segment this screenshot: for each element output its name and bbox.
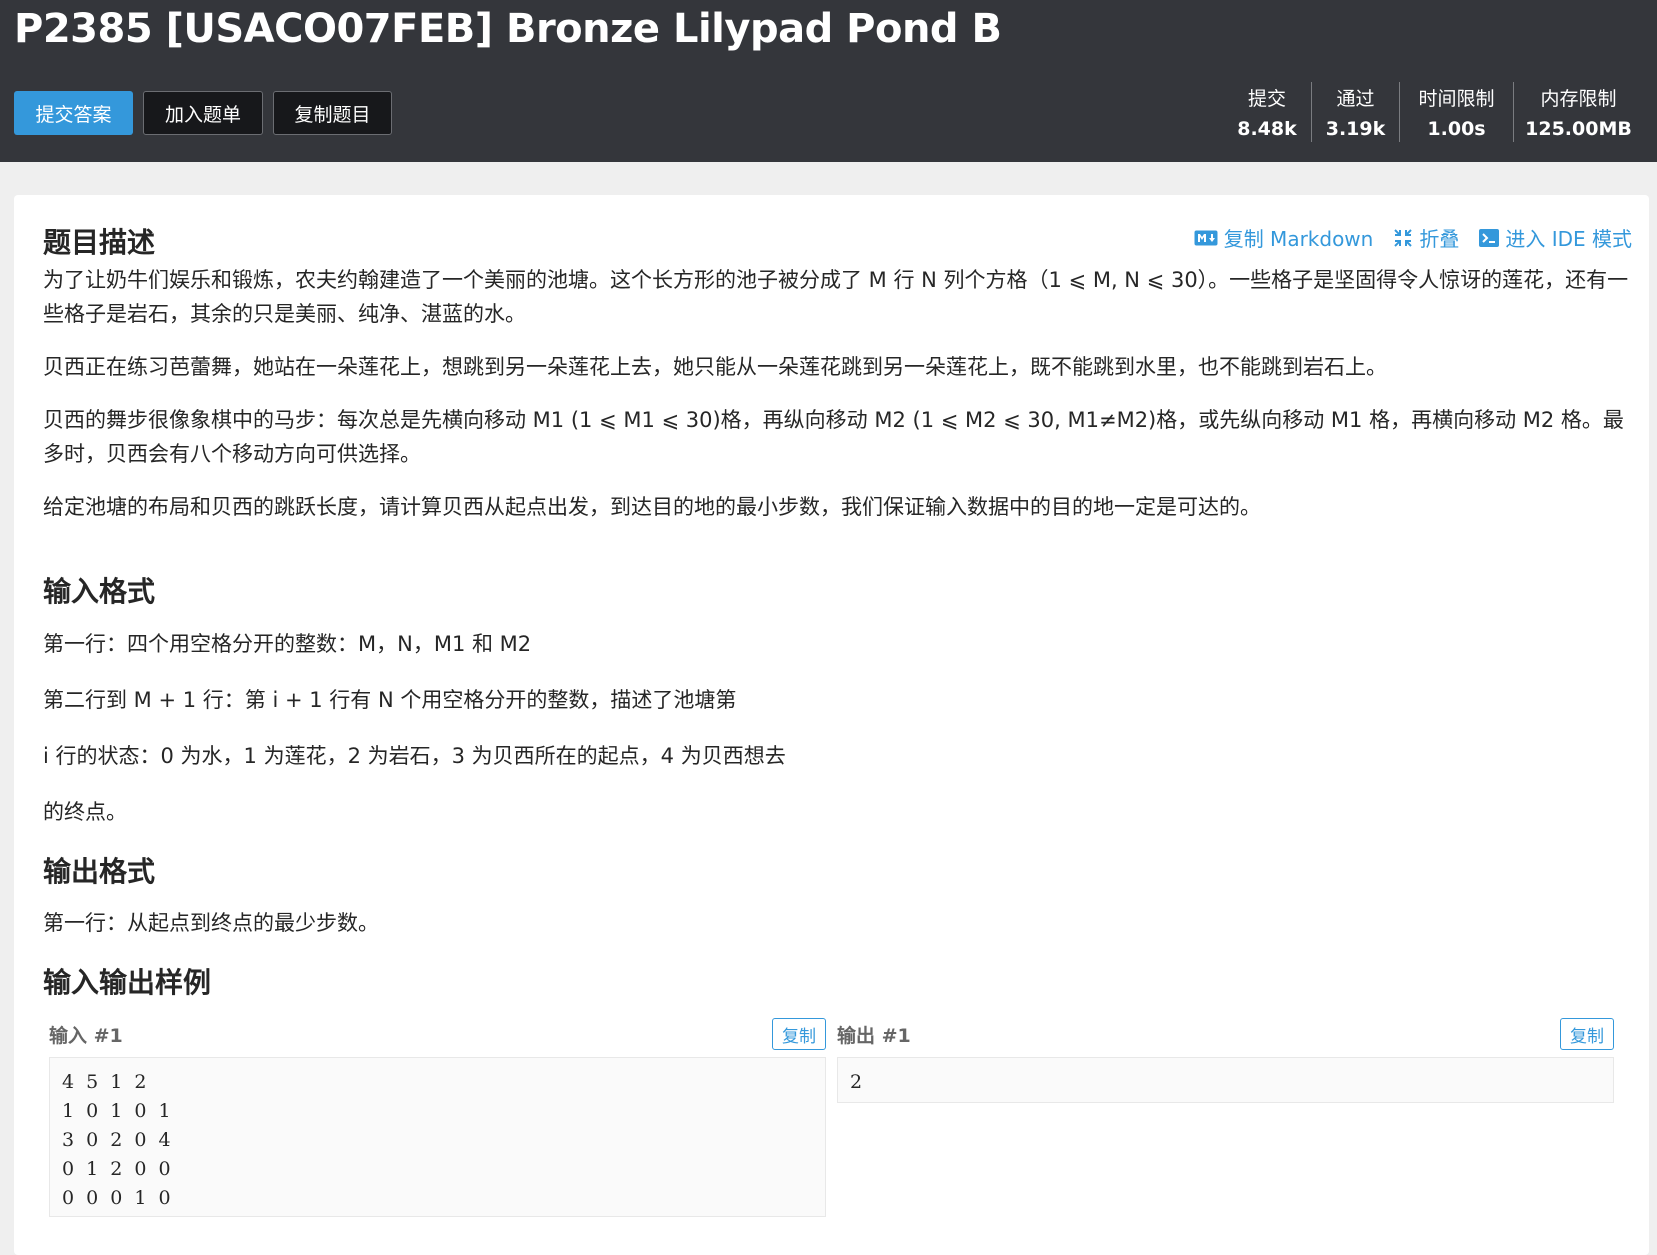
fold-link[interactable]: 折叠 — [1393, 223, 1459, 252]
samples-heading: 输入输出样例 — [43, 966, 212, 999]
problem-content-card: 题目描述 复制 Markdown 折叠 进入 IDE 模式 为了让奶牛们娱乐和锻… — [14, 195, 1649, 1255]
code-line: 0 1 2 0 0 — [62, 1158, 174, 1180]
code-line: 4 5 1 2 — [62, 1071, 150, 1093]
stat-label: 内存限制 — [1540, 88, 1617, 110]
stat-label: 通过 — [1336, 88, 1375, 110]
sample-input-label: 输入 #1 — [49, 1025, 123, 1047]
description-heading: 题目描述 — [43, 226, 156, 259]
terminal-icon — [1479, 228, 1500, 247]
problem-stats: 提交 8.48k 通过 3.19k 时间限制 1.00s 内存限制 125.00… — [1223, 82, 1643, 142]
stat-label: 时间限制 — [1418, 88, 1495, 110]
copy-markdown-label: 复制 Markdown — [1223, 227, 1374, 251]
description-paragraph: 贝西正在练习芭蕾舞，她站在一朵莲花上，想跳到另一朵莲花上去，她只能从一朵莲花跳到… — [43, 355, 1387, 379]
stat-submissions: 提交 8.48k — [1223, 82, 1311, 142]
ide-mode-link[interactable]: 进入 IDE 模式 — [1479, 223, 1632, 252]
copy-output-button[interactable]: 复制 — [1560, 1018, 1614, 1050]
stat-value: 8.48k — [1237, 118, 1297, 140]
description-paragraph: 给定池塘的布局和贝西的跳跃长度，请计算贝西从起点出发，到达目的地的最小步数，我们… — [43, 495, 1261, 519]
sample-output-box: 2 — [837, 1057, 1614, 1103]
description-paragraph: 贝西的舞步很像象棋中的马步：每次总是先横向移动 M1 (1 ⩽ M1 ⩽ 30)… — [43, 408, 1624, 466]
stat-value: 1.00s — [1427, 118, 1486, 140]
collapse-icon — [1394, 228, 1413, 247]
input-format-line: 的终点。 — [43, 800, 127, 824]
markdown-icon — [1194, 230, 1218, 245]
input-format-line: 第一行：四个用空格分开的整数：M，N，M1 和 M2 — [43, 632, 532, 656]
add-to-list-button[interactable]: 加入题单 — [143, 91, 263, 135]
output-format-line: 第一行：从起点到终点的最少步数。 — [43, 911, 379, 935]
input-format-heading: 输入格式 — [43, 575, 156, 608]
submit-answer-button[interactable]: 提交答案 — [14, 91, 133, 135]
stat-value: 3.19k — [1325, 118, 1386, 140]
description-paragraph: 为了让奶牛们娱乐和锻炼，农夫约翰建造了一个美丽的池塘。这个长方形的池子被分成了 … — [43, 268, 1629, 326]
sample-input-box: 4 5 1 2 1 0 1 0 1 3 0 2 0 4 0 1 2 0 0 0 … — [49, 1057, 826, 1217]
sample-output-label: 输出 #1 — [837, 1025, 911, 1047]
copy-problem-button[interactable]: 复制题目 — [273, 91, 392, 135]
ide-mode-label: 进入 IDE 模式 — [1505, 227, 1632, 251]
code-line: 3 0 2 0 4 — [62, 1129, 174, 1151]
problem-toolbar: 复制 Markdown 折叠 进入 IDE 模式 — [1194, 223, 1632, 252]
problem-title: P2385 [USACO07FEB] Bronze Lilypad Pond B — [14, 6, 1002, 52]
copy-markdown-link[interactable]: 复制 Markdown — [1194, 223, 1374, 252]
output-format-heading: 输出格式 — [43, 855, 156, 888]
fold-label: 折叠 — [1419, 227, 1460, 251]
stat-time-limit: 时间限制 1.00s — [1399, 82, 1513, 142]
input-format-line: 第二行到 M + 1 行：第 i + 1 行有 N 个用空格分开的整数，描述了池… — [43, 688, 737, 712]
problem-header: P2385 [USACO07FEB] Bronze Lilypad Pond B… — [0, 0, 1657, 162]
code-line: 0 0 0 1 0 — [62, 1187, 174, 1209]
stat-label: 提交 — [1247, 88, 1286, 110]
input-format-line: i 行的状态：0 为水，1 为莲花，2 为岩石，3 为贝西所在的起点，4 为贝西… — [43, 744, 786, 768]
code-line: 1 0 1 0 1 — [62, 1100, 174, 1122]
stat-value: 125.00MB — [1525, 118, 1632, 140]
copy-input-button[interactable]: 复制 — [772, 1018, 826, 1050]
stat-memory-limit: 内存限制 125.00MB — [1513, 82, 1643, 142]
code-line: 2 — [850, 1071, 866, 1093]
stat-accepted: 通过 3.19k — [1311, 82, 1399, 142]
